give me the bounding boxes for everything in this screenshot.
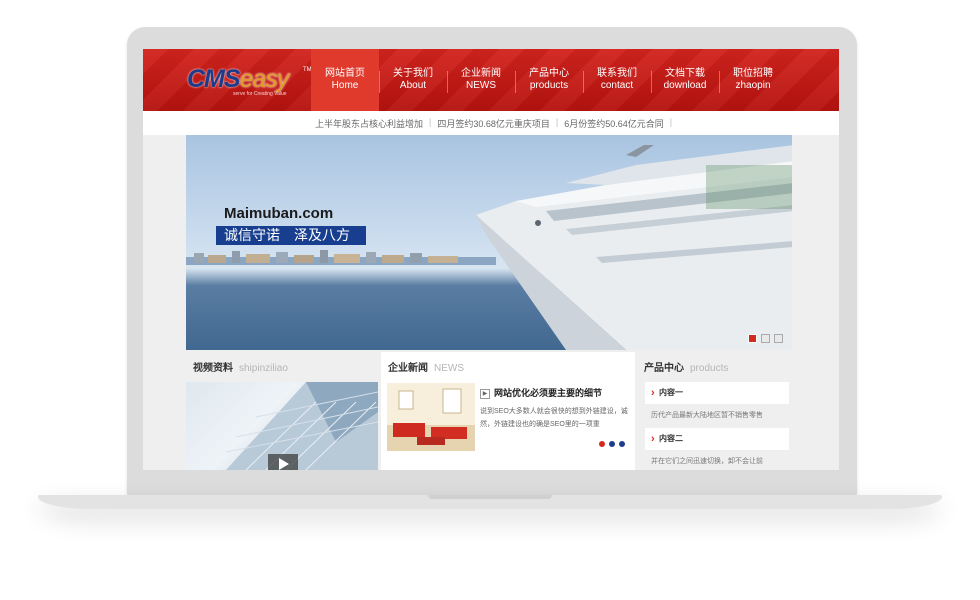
nav-download[interactable]: 文档下载 download	[651, 49, 719, 111]
nav-products[interactable]: 产品中心 products	[515, 49, 583, 111]
living-room-illustration	[387, 383, 475, 451]
site-logo[interactable]: CMSeasy TM serve for Creating Value	[187, 65, 317, 99]
products-title-cn: 产品中心	[644, 363, 684, 374]
city-skyline-illustration	[186, 250, 496, 265]
nav-label-cn: 文档下载	[665, 68, 705, 79]
banner-tag-left: 诚信守诺	[224, 227, 280, 243]
laptop-screen: CMSeasy TM serve for Creating Value 网站首页…	[143, 49, 839, 470]
news-dot[interactable]	[619, 441, 625, 447]
nav-label-en: contact	[600, 80, 634, 91]
ticker-separator: |	[555, 117, 559, 127]
nav-label-en: products	[529, 80, 569, 91]
nav-home[interactable]: 网站首页 Home	[311, 49, 379, 111]
hero-banner[interactable]: Maimuban.com 诚信守诺 泽及八方	[186, 135, 792, 350]
news-dot[interactable]	[609, 441, 615, 447]
logo-cms: CMS	[187, 65, 241, 93]
video-section-title: 视频资料 shipinziliao	[193, 359, 288, 374]
nav-label-cn: 职位招聘	[733, 68, 773, 79]
video-title-cn: 视频资料	[193, 363, 233, 374]
nav-label-cn: 关于我们	[393, 68, 433, 79]
nav-label-cn: 产品中心	[529, 68, 569, 79]
laptop-notch	[428, 495, 552, 499]
nav-label-cn: 企业新闻	[461, 68, 501, 79]
news-description: 说到SEO大多数人就会很快的想到外链建设，诚然，外链建设也的确是SEO里的一项重	[480, 408, 628, 428]
nav-label-en: NEWS	[466, 80, 496, 91]
nav-label-cn: 联系我们	[597, 68, 637, 79]
ticker-separator: |	[429, 117, 432, 127]
products-title-en: products	[690, 363, 729, 374]
news-title-en: NEWS	[434, 363, 464, 374]
product-item[interactable]: 内容二	[645, 428, 789, 451]
logo-easy: easy	[239, 65, 290, 93]
banner-tag-right: 泽及八方	[294, 227, 350, 243]
nav-label-en: zhaopin	[735, 80, 771, 91]
nav-label-en: download	[663, 80, 707, 91]
slider-dot[interactable]	[748, 334, 757, 343]
nav-news[interactable]: 企业新闻 NEWS	[447, 49, 515, 111]
site-header: CMSeasy TM serve for Creating Value 网站首页…	[143, 49, 839, 111]
nav-contact[interactable]: 联系我们 contact	[583, 49, 651, 111]
news-slider-dots	[599, 441, 629, 447]
ticker-item[interactable]: 上半年股东占核心利益增加	[315, 117, 423, 130]
products-section-title: 产品中心 products	[644, 359, 728, 374]
nav-about[interactable]: 关于我们 About	[379, 49, 447, 111]
slider-dot[interactable]	[761, 334, 770, 343]
banner-tagline: 诚信守诺 泽及八方	[216, 226, 366, 245]
video-play-button[interactable]	[268, 454, 298, 470]
news-section-title: 企业新闻 NEWS	[388, 359, 464, 374]
nav-zhaopin[interactable]: 职位招聘 zhaopin	[719, 49, 787, 111]
news-thumbnail[interactable]	[387, 383, 475, 451]
nav-label-en: Home	[331, 80, 359, 91]
product-list: 内容一 历代产品最新大陆地区暂不销售零售 内容二 并在它们之间迅速切换，卸不会让…	[645, 382, 789, 470]
logo-wordmark: CMSeasy	[187, 65, 290, 93]
ticker-separator: |	[669, 117, 673, 127]
product-description: 并在它们之间迅速切换，卸不会让前	[651, 458, 763, 465]
news-ticker: 上半年股东占核心利益增加 | 四月签约30.68亿元重庆项目 | 6月份签约50…	[143, 111, 839, 136]
play-arrow-icon: ▶	[480, 388, 490, 399]
slider-dots	[748, 334, 787, 343]
product-item[interactable]: 内容一	[645, 382, 789, 405]
logo-tagline: serve for Creating Value	[233, 91, 287, 97]
video-title-en: shipinziliao	[239, 363, 288, 374]
news-headline-link[interactable]: ▶ 网站优化必须要主要的细节	[480, 386, 602, 399]
nav-label-en: About	[399, 80, 427, 91]
nav-label-cn: 网站首页	[325, 68, 365, 79]
product-description: 历代产品最新大陆地区暂不销售零售	[651, 412, 763, 419]
slider-dot[interactable]	[774, 334, 783, 343]
cruise-ship-illustration	[476, 145, 792, 350]
banner-slogan: Maimuban.com	[224, 205, 334, 222]
video-thumbnail[interactable]	[186, 382, 378, 470]
ticker-item[interactable]: 6月份签约50.64亿元合同	[564, 117, 664, 130]
news-headline-text: 网站优化必须要主要的细节	[494, 388, 603, 398]
ticker-item[interactable]: 四月签约30.68亿元重庆项目	[437, 117, 550, 130]
news-dot[interactable]	[599, 441, 605, 447]
news-title-cn: 企业新闻	[388, 363, 428, 374]
main-nav: 网站首页 Home 关于我们 About 企业新闻 NEWS 产品中心 prod…	[311, 49, 787, 111]
